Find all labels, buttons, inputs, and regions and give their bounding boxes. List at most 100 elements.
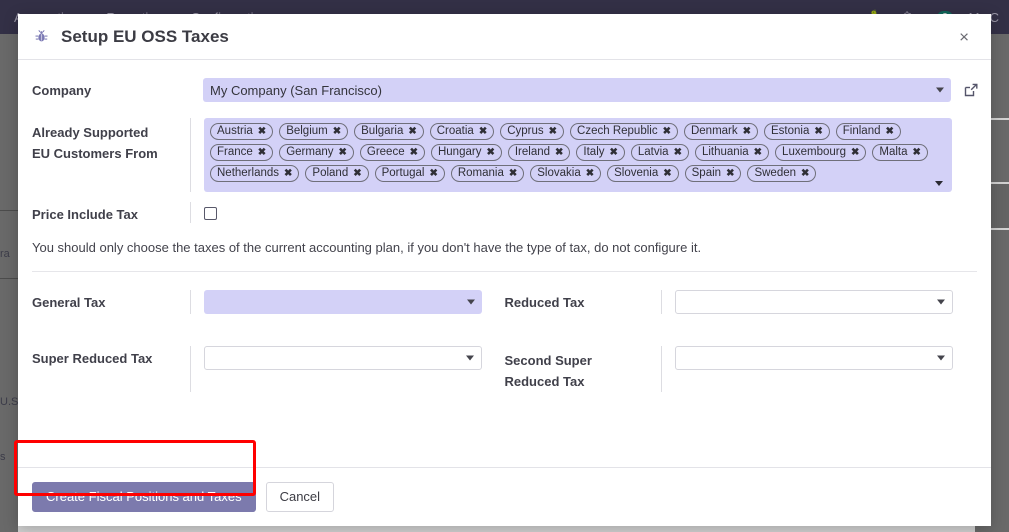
remove-tag-icon[interactable]: ✖ bbox=[258, 127, 266, 137]
country-tag-label: Malta bbox=[879, 147, 907, 159]
remove-tag-icon[interactable]: ✖ bbox=[743, 127, 751, 137]
dialog-title: Setup EU OSS Taxes bbox=[61, 27, 229, 47]
external-link-icon[interactable] bbox=[962, 81, 980, 99]
remove-tag-icon[interactable]: ✖ bbox=[555, 148, 563, 158]
remove-tag-icon[interactable]: ✖ bbox=[410, 148, 418, 158]
country-tag[interactable]: Luxembourg✖ bbox=[775, 144, 866, 161]
country-tag[interactable]: Portugal ✖ bbox=[375, 165, 445, 182]
country-tag[interactable]: Austria✖ bbox=[210, 123, 273, 140]
country-tags-list: Austria✖Belgium✖Bulgaria✖Croatia✖Cyprus✖… bbox=[210, 123, 946, 182]
company-select[interactable]: My Company (San Francisco) bbox=[203, 78, 951, 102]
remove-tag-icon[interactable]: ✖ bbox=[663, 169, 671, 179]
reduced-tax-field: Reduced Tax bbox=[505, 290, 978, 314]
country-tag[interactable]: Ireland✖ bbox=[508, 144, 571, 161]
tax-row-2: Super Reduced Tax Second Super Reduced T… bbox=[18, 346, 991, 392]
remove-tag-icon[interactable]: ✖ bbox=[509, 169, 517, 179]
reduced-tax-select[interactable] bbox=[675, 290, 953, 314]
country-tag[interactable]: Denmark ✖ bbox=[684, 123, 758, 140]
remove-tag-icon[interactable]: ✖ bbox=[610, 148, 618, 158]
remove-tag-icon[interactable]: ✖ bbox=[408, 127, 416, 137]
remove-tag-icon[interactable]: ✖ bbox=[284, 169, 292, 179]
country-tag[interactable]: Belgium ✖ bbox=[279, 123, 348, 140]
dialog-body: Company My Company (San Francisco) bbox=[18, 60, 991, 467]
country-tag[interactable]: Romania ✖ bbox=[451, 165, 524, 182]
country-tag[interactable]: Italy✖ bbox=[576, 144, 624, 161]
country-tag[interactable]: Estonia✖ bbox=[764, 123, 830, 140]
country-tag-label: Poland bbox=[312, 168, 348, 180]
remove-tag-icon[interactable]: ✖ bbox=[674, 148, 682, 158]
tax-row-1: General Tax Reduced Tax bbox=[18, 290, 991, 314]
country-tag-label: Denmark bbox=[691, 126, 738, 138]
company-label: Company bbox=[32, 78, 190, 99]
super-reduced-tax-label: Super Reduced Tax bbox=[32, 346, 190, 367]
country-tag[interactable]: Slovenia ✖ bbox=[607, 165, 679, 182]
country-tag[interactable]: Slovakia ✖ bbox=[530, 165, 601, 182]
remove-tag-icon[interactable]: ✖ bbox=[353, 169, 361, 179]
country-tag[interactable]: Lithuania ✖ bbox=[695, 144, 769, 161]
country-tag-label: Croatia bbox=[437, 126, 474, 138]
super-reduced-tax-field: Super Reduced Tax bbox=[32, 346, 505, 392]
country-tag[interactable]: France✖ bbox=[210, 144, 273, 161]
price-include-tax-row: Price Include Tax bbox=[18, 202, 991, 223]
country-tag-label: Latvia bbox=[638, 147, 669, 159]
remove-tag-icon[interactable]: ✖ bbox=[549, 127, 557, 137]
help-text: You should only choose the taxes of the … bbox=[18, 240, 991, 255]
country-tag-label: Slovakia bbox=[537, 168, 580, 180]
remove-tag-icon[interactable]: ✖ bbox=[754, 148, 762, 158]
country-tags-box[interactable]: Austria✖Belgium✖Bulgaria✖Croatia✖Cyprus✖… bbox=[204, 118, 952, 192]
remove-tag-icon[interactable]: ✖ bbox=[885, 127, 893, 137]
remove-tag-icon[interactable]: ✖ bbox=[726, 169, 734, 179]
country-tag[interactable]: Czech Republic ✖ bbox=[570, 123, 678, 140]
supported-countries-row: Already Supported EU Customers From Aust… bbox=[18, 118, 991, 192]
remove-tag-icon[interactable]: ✖ bbox=[338, 148, 346, 158]
label-separator bbox=[190, 290, 191, 314]
chevron-down-icon bbox=[937, 300, 945, 305]
remove-tag-icon[interactable]: ✖ bbox=[801, 169, 809, 179]
close-icon[interactable]: × bbox=[953, 24, 975, 49]
second-super-reduced-tax-label: Second Super Reduced Tax bbox=[505, 346, 661, 392]
country-tag[interactable]: Spain✖ bbox=[685, 165, 742, 182]
country-tag-label: Czech Republic bbox=[577, 126, 658, 138]
chevron-down-icon bbox=[467, 300, 475, 305]
remove-tag-icon[interactable]: ✖ bbox=[479, 127, 487, 137]
country-tag-label: Belgium bbox=[286, 126, 328, 138]
country-tag[interactable]: Malta ✖ bbox=[872, 144, 928, 161]
country-tag[interactable]: Netherlands✖ bbox=[210, 165, 299, 182]
dialog-footer: Create Fiscal Positions and Taxes Cancel bbox=[18, 467, 991, 526]
second-super-reduced-tax-field: Second Super Reduced Tax bbox=[505, 346, 978, 392]
chevron-down-icon[interactable] bbox=[935, 181, 943, 186]
country-tag-label: Portugal bbox=[382, 168, 425, 180]
country-tag[interactable]: Germany✖ bbox=[279, 144, 354, 161]
country-tag[interactable]: Latvia ✖ bbox=[631, 144, 689, 161]
second-super-reduced-tax-select[interactable] bbox=[675, 346, 953, 370]
cancel-button[interactable]: Cancel bbox=[266, 482, 334, 512]
country-tag-label: Romania bbox=[458, 168, 504, 180]
create-fiscal-positions-button[interactable]: Create Fiscal Positions and Taxes bbox=[32, 482, 256, 512]
general-tax-select[interactable] bbox=[204, 290, 482, 314]
remove-tag-icon[interactable]: ✖ bbox=[429, 169, 437, 179]
country-tag[interactable]: Greece✖ bbox=[360, 144, 425, 161]
super-reduced-tax-select[interactable] bbox=[204, 346, 482, 370]
label-separator bbox=[190, 202, 191, 223]
country-tag-label: Lithuania bbox=[702, 147, 749, 159]
country-tag[interactable]: Croatia ✖ bbox=[430, 123, 494, 140]
country-tag[interactable]: Poland ✖ bbox=[305, 165, 368, 182]
remove-tag-icon[interactable]: ✖ bbox=[333, 127, 341, 137]
country-tag[interactable]: Sweden✖ bbox=[747, 165, 816, 182]
country-tag[interactable]: Bulgaria✖ bbox=[354, 123, 424, 140]
price-include-tax-checkbox[interactable] bbox=[204, 207, 217, 220]
price-include-tax-control bbox=[204, 202, 977, 220]
bug-icon bbox=[32, 28, 50, 46]
country-tag[interactable]: Hungary✖ bbox=[431, 144, 502, 161]
country-tag[interactable]: Finland✖ bbox=[836, 123, 901, 140]
remove-tag-icon[interactable]: ✖ bbox=[851, 148, 859, 158]
remove-tag-icon[interactable]: ✖ bbox=[586, 169, 594, 179]
remove-tag-icon[interactable]: ✖ bbox=[258, 148, 266, 158]
country-tag[interactable]: Cyprus✖ bbox=[500, 123, 564, 140]
remove-tag-icon[interactable]: ✖ bbox=[814, 127, 822, 137]
country-tag-label: Slovenia bbox=[614, 168, 658, 180]
remove-tag-icon[interactable]: ✖ bbox=[486, 148, 494, 158]
remove-tag-icon[interactable]: ✖ bbox=[663, 127, 671, 137]
remove-tag-icon[interactable]: ✖ bbox=[913, 148, 921, 158]
dialog-header: Setup EU OSS Taxes × bbox=[18, 14, 991, 60]
